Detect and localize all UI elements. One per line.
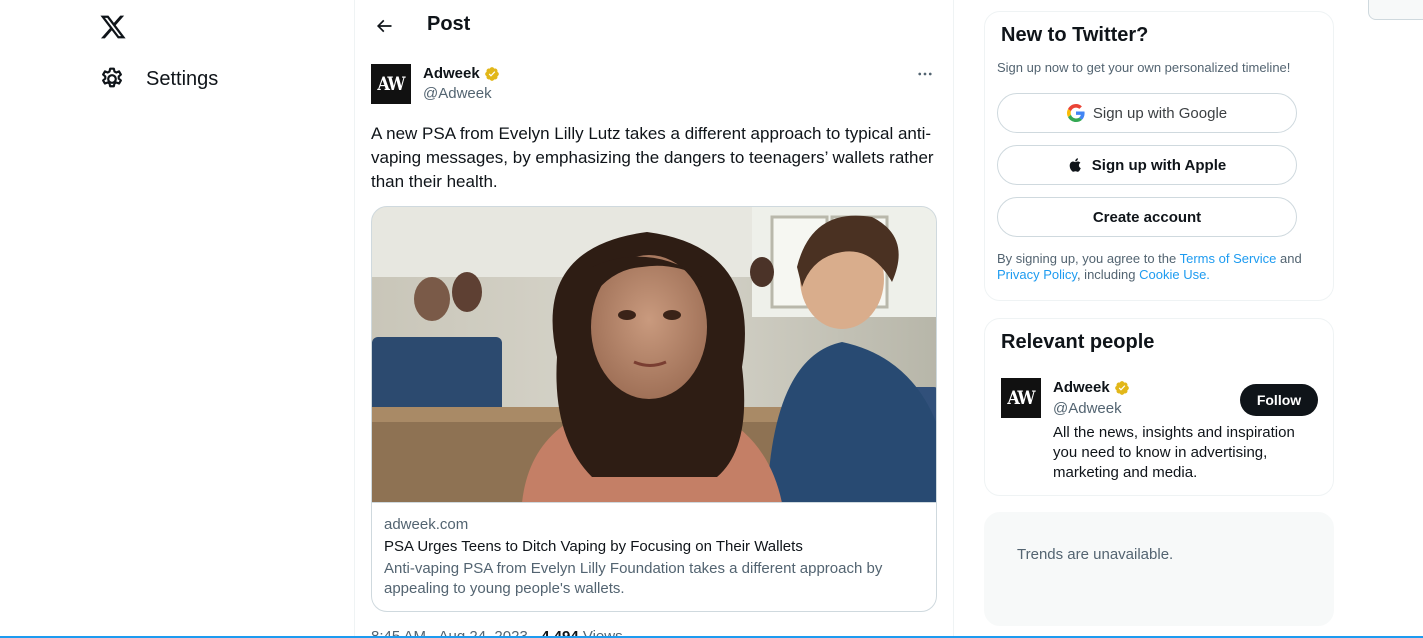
back-button[interactable] — [370, 12, 398, 40]
link-card-domain: adweek.com — [384, 516, 469, 533]
author-handle[interactable]: @Adweek — [423, 85, 492, 102]
page-title: Post — [427, 13, 471, 35]
person-name: Adweek — [1053, 379, 1110, 396]
more-horizontal-icon — [918, 72, 932, 76]
avatar[interactable]: AW — [371, 64, 411, 104]
more-options-button[interactable] — [911, 64, 939, 84]
signup-legal-text: By signing up, you agree to the Terms of… — [997, 251, 1327, 283]
nav-settings-label: Settings — [146, 67, 219, 90]
signup-title: New to Twitter? — [1001, 24, 1149, 46]
person-bio: All the news, insights and inspiration y… — [1053, 424, 1295, 481]
cookie-link[interactable]: Cookie Use. — [1139, 267, 1210, 282]
post-text: A new PSA from Evelyn Lilly Lutz takes a… — [371, 124, 934, 191]
person-handle[interactable]: @Adweek — [1053, 400, 1122, 417]
trends-panel: Trends are unavailable. — [984, 512, 1334, 626]
create-account-label: Create account — [1092, 208, 1202, 226]
link-card-description: Anti-vaping PSA from Evelyn Lilly Founda… — [384, 560, 883, 597]
google-icon — [1066, 104, 1085, 122]
follow-button[interactable]: Follow — [1240, 384, 1318, 416]
post-column: Post AW Adweek @Adweek A new PSA from Ev… — [354, 0, 954, 638]
arrow-left-icon — [376, 19, 392, 33]
author-name: Adweek — [423, 65, 480, 82]
signup-apple-label: Sign up with Apple — [1091, 156, 1227, 174]
create-account-button[interactable]: Create account — [997, 197, 1297, 237]
verified-badge-icon[interactable] — [484, 66, 500, 82]
x-logo-icon[interactable] — [99, 13, 127, 41]
signup-panel: New to Twitter? Sign up now to get your … — [984, 11, 1334, 301]
trends-unavailable-message: Trends are unavailable. — [1017, 546, 1174, 563]
relevant-people-title: Relevant people — [1001, 331, 1155, 353]
avatar-text: AW — [377, 73, 406, 95]
post-header: Post — [355, 0, 955, 53]
post-author: AW Adweek @Adweek — [371, 64, 939, 104]
link-card-meta: adweek.com PSA Urges Teens to Ditch Vapi… — [384, 515, 929, 599]
link-card-image — [372, 207, 936, 503]
person-name-link[interactable]: Adweek — [1053, 379, 1130, 396]
author-name-link[interactable]: Adweek — [423, 65, 500, 82]
apple-icon — [1069, 158, 1081, 172]
signup-subtitle: Sign up now to get your own personalized… — [997, 60, 1291, 75]
avatar[interactable]: AW — [1001, 378, 1041, 418]
link-card[interactable]: adweek.com PSA Urges Teens to Ditch Vapi… — [371, 206, 937, 612]
nav-item-settings[interactable]: Settings — [99, 66, 218, 92]
verified-badge-icon[interactable] — [1114, 380, 1130, 396]
privacy-link[interactable]: Privacy Policy — [997, 267, 1077, 282]
signup-google-button[interactable]: Sign up with Google — [997, 93, 1297, 133]
top-right-overlay[interactable] — [1368, 0, 1423, 20]
relevant-people-panel: Relevant people AW Adweek @Adweek Follow… — [984, 318, 1334, 496]
left-navigation: Settings — [0, 0, 355, 638]
legal-including: , including — [1076, 267, 1140, 282]
gear-icon — [102, 67, 122, 88]
signup-apple-button[interactable]: Sign up with Apple — [997, 145, 1297, 185]
legal-and: and — [1276, 251, 1302, 266]
link-card-title: PSA Urges Teens to Ditch Vaping by Focus… — [384, 538, 803, 555]
legal-prefix: By signing up, you agree to the — [997, 251, 1180, 266]
classroom-photo — [372, 207, 936, 502]
avatar-text: AW — [1007, 387, 1036, 409]
signup-google-label: Sign up with Google — [1092, 104, 1228, 122]
terms-link[interactable]: Terms of Service — [1180, 251, 1277, 266]
